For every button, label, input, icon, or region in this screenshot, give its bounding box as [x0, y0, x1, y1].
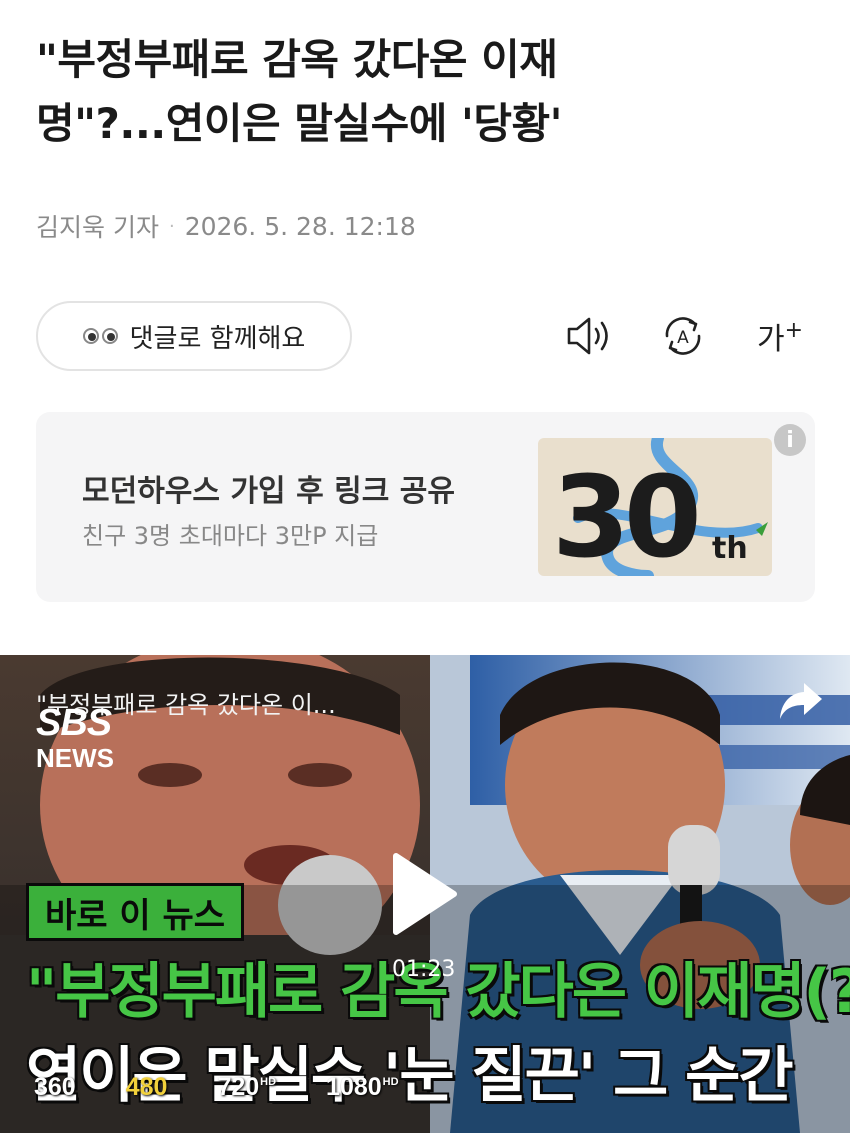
headline-line-1: "부정부패로 감옥 갔다온 이재 [36, 35, 558, 84]
comment-button-label: 댓글로 함께해요 [129, 323, 306, 354]
share-icon[interactable] [778, 681, 824, 721]
ad-banner[interactable]: 모던하우스 가입 후 링크 공유 친구 3명 초대마다 3만P 지급 30 th… [36, 412, 815, 602]
ad-subtitle: 친구 3명 초대마다 3만P 지급 [82, 522, 379, 550]
font-size-button[interactable]: 가 + [752, 308, 808, 364]
ad-image-suffix: th [712, 531, 748, 566]
ad-title: 모던하우스 가입 후 링크 공유 [82, 474, 455, 509]
article-headline: "부정부패로 감옥 갔다온 이재 명"?...연이은 말실수에 '당황' [36, 28, 796, 156]
news-tag-label: 바로 이 뉴스 [26, 883, 245, 941]
play-icon[interactable] [388, 852, 458, 936]
sbs-logo-text: SBS [36, 702, 112, 744]
font-size-plus: + [784, 317, 804, 343]
quality-label: 480 [125, 1073, 168, 1101]
quality-option-720[interactable]: 720 HD [217, 1073, 276, 1102]
quality-option-480[interactable]: 480 [126, 1073, 168, 1102]
quality-option-1080[interactable]: 1080 HD [326, 1073, 399, 1102]
ad-image-number: 30 [552, 453, 697, 576]
quality-label: 1080 [326, 1073, 382, 1101]
eyes-icon [82, 328, 118, 344]
quality-label: 720 [217, 1073, 260, 1101]
article-byline: 김지욱 기자 · 2026. 5. 28. 12:18 [36, 208, 416, 244]
hd-badge: HD [260, 1076, 277, 1088]
ad-info-icon[interactable]: i [774, 424, 806, 456]
svg-text:A: A [677, 328, 689, 348]
quality-selector: 360 480 720 HD 1080 HD [34, 1073, 449, 1102]
video-player[interactable]: "부정부패로 감옥 갔다온 이... SBS NEWS 바로 이 뉴스 "부정부… [0, 655, 850, 1133]
comment-button[interactable]: 댓글로 함께해요 [36, 301, 352, 371]
author-name[interactable]: 김지욱 기자 [36, 208, 159, 244]
translate-icon[interactable]: A [655, 308, 711, 364]
bottom-divider [0, 1135, 850, 1143]
news-logo-text: NEWS [36, 743, 114, 773]
ad-image[interactable]: 30 th [538, 438, 772, 576]
quality-label: 360 [34, 1073, 76, 1101]
speaker-icon[interactable] [560, 308, 616, 364]
publish-date: 2026. 5. 28. 12:18 [184, 211, 416, 241]
sbs-news-logo: SBS NEWS [36, 703, 114, 773]
quality-option-360[interactable]: 360 [34, 1073, 76, 1102]
hd-badge: HD [382, 1076, 399, 1088]
separator-dot: · [168, 215, 175, 237]
video-timestamp: 01:23 [392, 957, 456, 982]
headline-line-2: 명"?...연이은 말실수에 '당황' [36, 99, 562, 148]
font-size-label: 가 [756, 322, 785, 357]
